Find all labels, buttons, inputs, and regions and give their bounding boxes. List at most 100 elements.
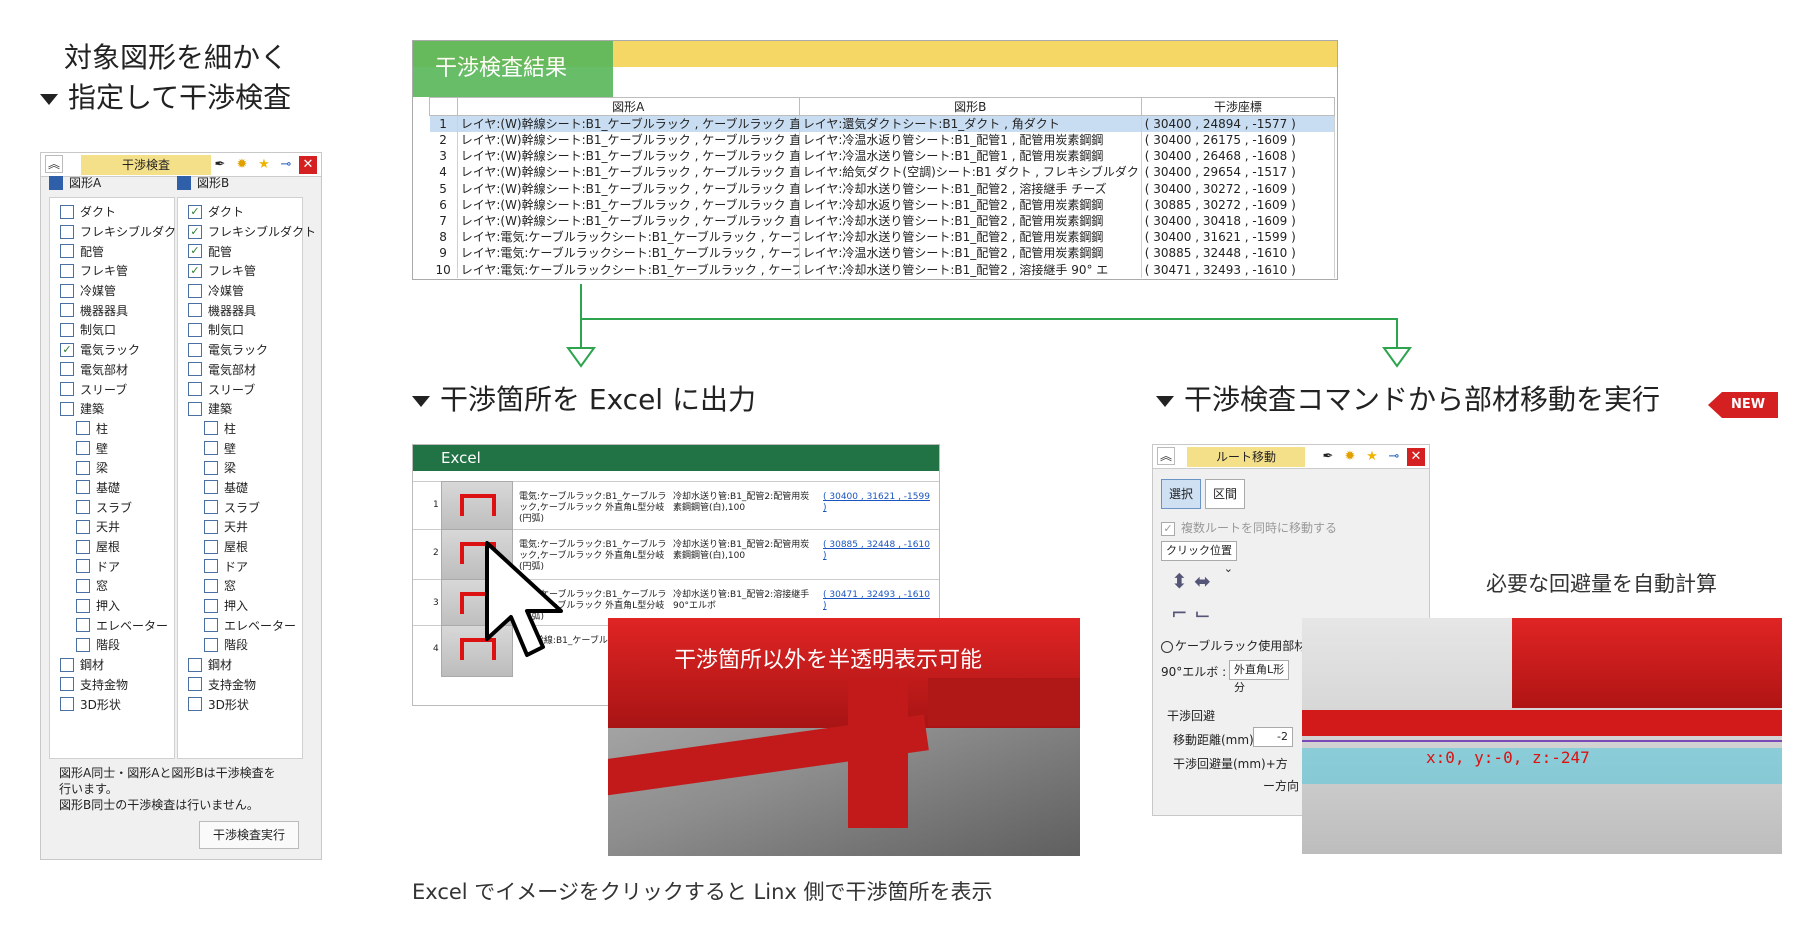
col-a-header-cell[interactable]: 図形A — [456, 97, 800, 116]
checkbox-row[interactable]: ダクト — [50, 202, 174, 222]
col-a-header[interactable]: 図形A — [49, 173, 101, 193]
checkbox-row[interactable]: 柱 — [178, 419, 302, 439]
checkbox[interactable] — [76, 480, 90, 495]
checkbox-row[interactable]: 電気ラック — [178, 340, 302, 360]
multi-route-option[interactable]: ✓ 複数ルートを同時に移動する — [1161, 519, 1337, 536]
col-b-header-cell[interactable]: 図形B — [798, 97, 1142, 116]
checkbox[interactable] — [60, 283, 74, 298]
table-row[interactable]: 7 レイヤ:(W)幹線シート:B1_ケーブルラック , ケーブルラック 直レイヤ:… — [429, 212, 1336, 230]
checkbox[interactable] — [76, 460, 90, 475]
checkbox-row[interactable]: 天井 — [50, 517, 174, 537]
checkbox[interactable] — [204, 559, 218, 574]
checkbox-row[interactable]: 制気口 — [50, 320, 174, 340]
dock-icon[interactable]: ⊸ — [277, 156, 295, 174]
checkbox[interactable] — [204, 618, 218, 633]
star-icon[interactable]: ★ — [255, 156, 273, 174]
checkbox[interactable] — [188, 401, 202, 416]
checkbox-row[interactable]: 階段 — [50, 635, 174, 655]
checkbox-row[interactable]: 押入 — [50, 596, 174, 616]
table-row[interactable]: 2 レイヤ:(W)幹線シート:B1_ケーブルラック , ケーブルラック 直レイヤ:… — [429, 132, 1336, 149]
checkbox-row[interactable]: 3D形状 — [178, 694, 302, 714]
checkbox[interactable] — [60, 697, 74, 712]
collapse-icon[interactable]: ︽ — [45, 155, 63, 173]
checkbox-row[interactable]: 屋根 — [50, 537, 174, 557]
checkbox[interactable] — [204, 637, 218, 652]
checkbox[interactable] — [204, 519, 218, 534]
checkbox-row[interactable]: 梁 — [178, 458, 302, 478]
col-b-header[interactable]: 図形B — [177, 173, 229, 193]
checkbox-row[interactable]: スラブ — [50, 497, 174, 517]
table-row[interactable]: 10 レイヤ:電気:ケーブルラックシート:B1_ケーブルラック , ケーブル レイヤ… — [429, 261, 1336, 278]
checkbox[interactable] — [188, 283, 202, 298]
checkbox-row[interactable]: ✓ 電気ラック — [50, 340, 174, 360]
excel-coordinate-link[interactable]: ( 30400 , 31621 , -1599 ) — [823, 492, 933, 514]
checkbox[interactable] — [76, 519, 90, 534]
checkbox-row[interactable]: スリーブ — [178, 379, 302, 399]
checkbox[interactable] — [204, 539, 218, 554]
checkbox-row[interactable]: ドア — [178, 556, 302, 576]
checkbox-row[interactable]: ✓ ダクト — [178, 202, 302, 222]
excel-coordinate-link[interactable]: ( 30471 , 32493 , -1610 ) — [823, 590, 933, 612]
checkbox-row[interactable]: 天井 — [178, 517, 302, 537]
checkbox[interactable] — [60, 657, 74, 672]
checkbox[interactable] — [60, 401, 74, 416]
checkbox[interactable] — [76, 559, 90, 574]
checkbox-row[interactable]: 機器器具 — [50, 300, 174, 320]
checkbox[interactable] — [188, 382, 202, 397]
checkbox-row[interactable]: 電気部材 — [178, 360, 302, 380]
checkbox-all-b[interactable] — [177, 175, 191, 190]
checkbox-row[interactable]: フレキシブルダクト — [50, 222, 188, 242]
checkbox-row[interactable]: 梁 — [50, 458, 174, 478]
checkbox[interactable] — [60, 322, 74, 337]
checkbox-row[interactable]: スリーブ — [50, 379, 174, 399]
checkbox-row[interactable]: 3D形状 — [50, 694, 174, 714]
gear-icon[interactable]: ✹ — [233, 156, 251, 174]
checkbox[interactable]: ✓ — [188, 204, 202, 219]
run-check-button[interactable]: 干渉検査実行 — [199, 821, 299, 849]
checkbox[interactable] — [204, 598, 218, 613]
checkbox-row[interactable]: 階段 — [178, 635, 302, 655]
checkbox[interactable] — [76, 500, 90, 515]
checkbox-row[interactable]: 壁 — [178, 438, 302, 458]
checkbox-row[interactable]: ✓ フレキ管 — [178, 261, 302, 281]
checkbox-all-a[interactable] — [49, 175, 63, 190]
checkbox[interactable] — [76, 618, 90, 633]
checkbox-row[interactable]: 制気口 — [178, 320, 302, 340]
checkbox[interactable] — [60, 303, 74, 318]
checkbox-row[interactable]: 支持金物 — [178, 675, 302, 695]
radio-icon[interactable] — [1161, 640, 1173, 653]
section-button[interactable]: 区間 — [1205, 479, 1245, 509]
checkbox-row[interactable]: 支持金物 — [50, 675, 174, 695]
checkbox[interactable] — [60, 204, 74, 219]
rack-part-option[interactable]: ケーブルラック使用部材 — [1161, 637, 1306, 654]
checkbox-row[interactable]: 冷媒管 — [50, 281, 174, 301]
checkbox-row[interactable]: 冷媒管 — [178, 281, 302, 301]
table-row[interactable]: 5 レイヤ:(W)幹線シート:B1_ケーブルラック , ケーブルラック 直レイヤ:… — [429, 180, 1336, 197]
checkbox[interactable] — [76, 598, 90, 613]
checkbox-row[interactable]: 壁 — [50, 438, 174, 458]
checkbox-row[interactable]: ✓ フレキシブルダクト — [178, 222, 316, 242]
move-distance-input[interactable]: -2 — [1253, 727, 1293, 747]
checkbox[interactable] — [60, 362, 74, 377]
checkbox[interactable] — [188, 303, 202, 318]
checkbox[interactable] — [76, 637, 90, 652]
close-icon[interactable]: ✕ — [299, 156, 317, 174]
pin-icon[interactable]: ✒ — [1319, 448, 1337, 466]
checkbox[interactable] — [60, 263, 74, 278]
checkbox-row[interactable]: エレベーター — [178, 615, 302, 635]
checkbox[interactable] — [60, 224, 74, 239]
route-tool-icons-1[interactable]: ⬍ ⬌ — [1171, 569, 1211, 593]
checkbox[interactable] — [188, 342, 202, 357]
checkbox-row[interactable]: 屋根 — [178, 537, 302, 557]
excel-coordinate-link[interactable]: ( 30885 , 32448 , -1610 ) — [823, 540, 933, 562]
checkbox[interactable] — [76, 441, 90, 456]
table-row[interactable]: 8 レイヤ:電気:ケーブルラックシート:B1_ケーブルラック , ケーブル レイヤ:… — [429, 229, 1336, 246]
table-row[interactable]: 6 レイヤ:(W)幹線シート:B1_ケーブルラック , ケーブルラック 直レイヤ:… — [429, 196, 1336, 213]
checkbox[interactable]: ✓ — [188, 224, 202, 239]
checkbox-row[interactable]: ドア — [50, 556, 174, 576]
checkbox-row[interactable]: フレキ管 — [50, 261, 174, 281]
excel-thumbnail[interactable] — [441, 481, 513, 533]
checkbox[interactable] — [188, 362, 202, 377]
dock-icon[interactable]: ⊸ — [1385, 448, 1403, 466]
checkbox-row[interactable]: 機器器具 — [178, 300, 302, 320]
